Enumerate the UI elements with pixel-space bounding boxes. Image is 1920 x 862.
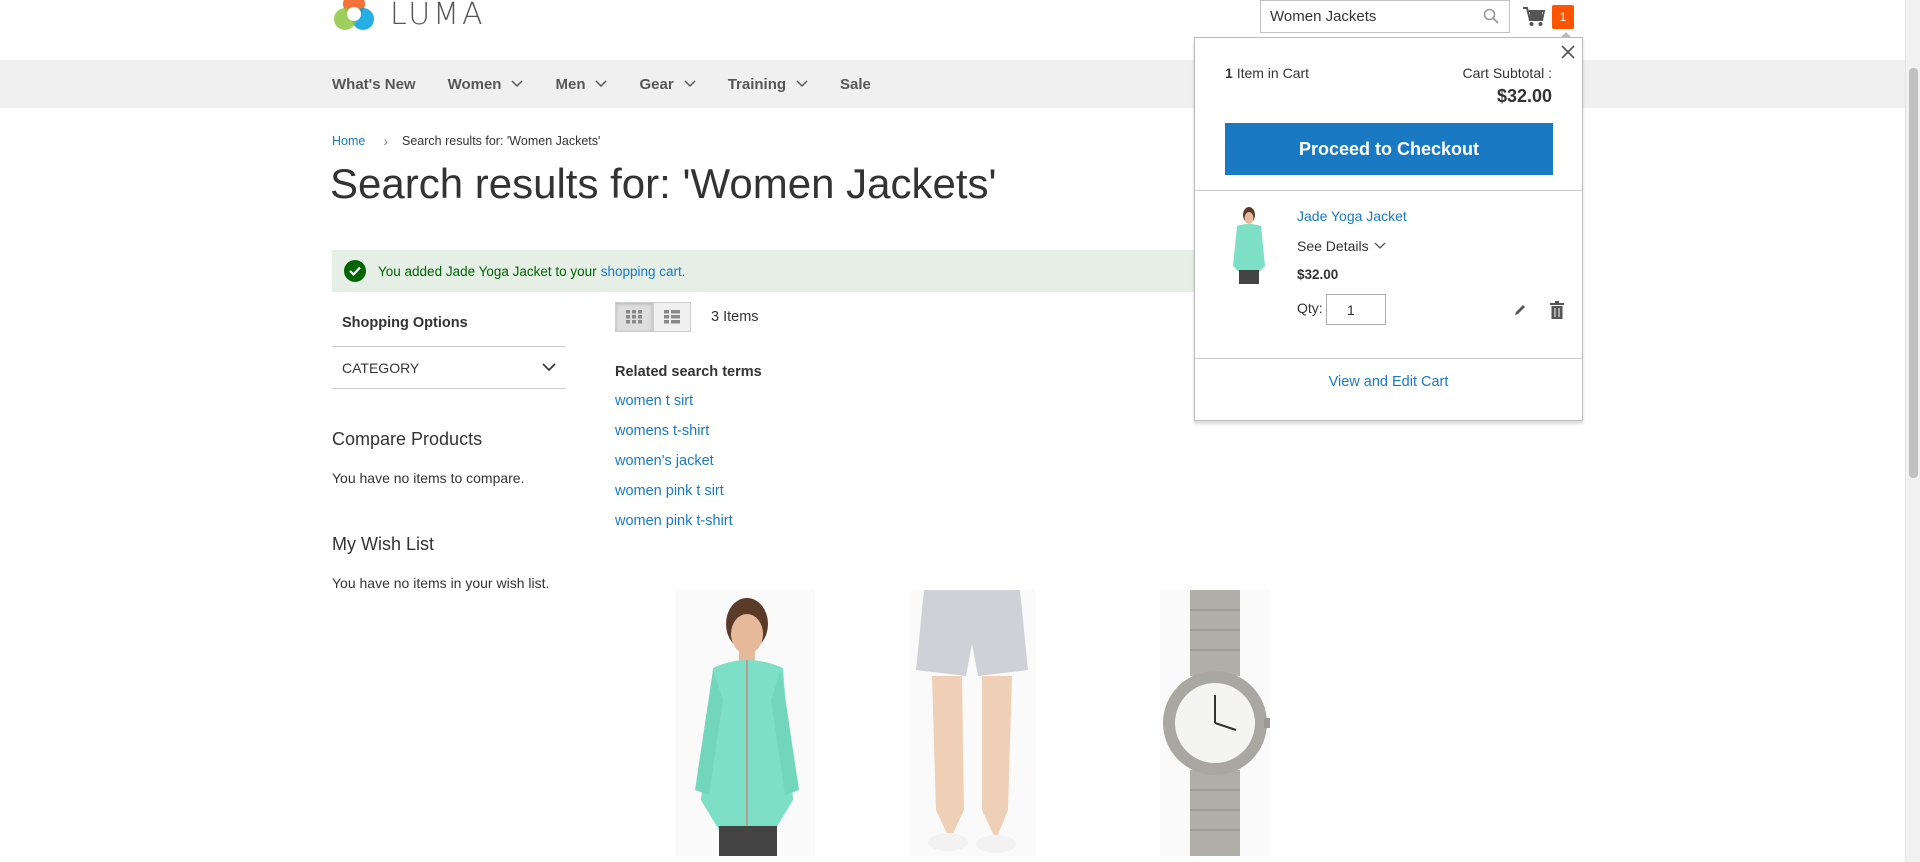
see-details-label: See Details xyxy=(1297,238,1369,254)
minicart-dropdown: 1 Item in Cart Cart Subtotal : $32.00 Pr… xyxy=(1194,32,1583,421)
product-image-jacket[interactable] xyxy=(675,590,815,861)
nav-item-women[interactable]: Women xyxy=(448,76,524,93)
grid-view-button[interactable] xyxy=(615,302,653,332)
cart-item-price: $32.00 xyxy=(1297,267,1339,282)
teal-zip-jacket-image xyxy=(675,590,815,856)
trash-icon[interactable] xyxy=(1550,301,1564,319)
logo[interactable]: LUMA xyxy=(332,0,486,36)
message-text: You added Jade Yoga Jacket to your xyxy=(378,263,597,279)
chevron-down-icon xyxy=(595,80,608,88)
sidebar: Shopping Options CATEGORY Compare Produc… xyxy=(332,300,566,591)
related-search-term-link[interactable]: women pink t-shirt xyxy=(615,512,762,542)
nav-item-label: Training xyxy=(727,75,787,93)
nav-item-what-s-new[interactable]: What's New xyxy=(332,76,416,93)
minicart-item-count: 1 Item in Cart xyxy=(1225,65,1309,81)
chevron-down-icon xyxy=(684,80,696,88)
compare-products-title: Compare Products xyxy=(332,429,483,449)
cart-icon xyxy=(1523,7,1546,26)
checkmark-icon xyxy=(344,260,366,282)
see-details-toggle[interactable]: See Details xyxy=(1297,238,1386,254)
related-search-title: Related search terms xyxy=(615,364,762,380)
cart-subtotal-label: Cart Subtotal : xyxy=(1462,65,1553,81)
minicart-divider xyxy=(1195,358,1582,359)
products-toolbar: 3 Items xyxy=(615,302,759,332)
chevron-down-icon xyxy=(1374,242,1386,249)
breadcrumb-home-link[interactable]: Home xyxy=(332,134,365,148)
product-image-shorts[interactable] xyxy=(910,590,1035,861)
related-search-terms: Related search terms women t sirt womens … xyxy=(615,364,762,542)
logo-text: LUMA xyxy=(390,0,486,32)
breadcrumb: Home › Search results for: 'Women Jacket… xyxy=(332,133,600,149)
category-filter[interactable]: CATEGORY xyxy=(332,347,566,389)
product-image-watch[interactable] xyxy=(1160,590,1270,861)
chevron-down-icon xyxy=(796,80,808,88)
chevron-down-icon xyxy=(511,80,524,88)
search-input-value: Women Jackets xyxy=(1270,8,1377,25)
wishlist-title: My Wish List xyxy=(332,534,435,554)
search-icon[interactable] xyxy=(1482,7,1500,25)
main-nav: What's New Women Men Gear Training Sale xyxy=(0,60,1905,108)
qty-input[interactable]: 1 xyxy=(1326,294,1386,325)
related-search-term-link[interactable]: women pink t sirt xyxy=(615,482,762,512)
nav-item-training[interactable]: Training xyxy=(728,76,808,93)
items-count: 3 Items xyxy=(711,309,759,325)
nav-item-label: Sale xyxy=(840,75,871,93)
shopping-cart-link[interactable]: shopping cart. xyxy=(601,264,686,279)
proceed-to-checkout-button[interactable]: Proceed to Checkout xyxy=(1225,123,1553,175)
chevron-down-icon xyxy=(542,363,556,372)
related-search-term-link[interactable]: women t sirt xyxy=(615,392,762,422)
nav-item-label: What's New xyxy=(332,75,416,93)
nav-item-men[interactable]: Men xyxy=(555,75,608,93)
view-and-edit-cart-link[interactable]: View and Edit Cart xyxy=(1195,374,1582,390)
nav-item-label: Women xyxy=(447,75,502,93)
nav-item-sale[interactable]: Sale xyxy=(840,76,871,93)
related-search-term-link[interactable]: womens t-shirt xyxy=(615,422,762,452)
list-icon xyxy=(664,310,680,324)
pencil-edit-icon[interactable] xyxy=(1513,303,1527,317)
nav-item-label: Gear xyxy=(639,75,674,93)
qty-label: Qty: xyxy=(1297,300,1323,316)
related-search-term-link[interactable]: women's jacket xyxy=(615,452,762,482)
page-title: Search results for: 'Women Jackets' xyxy=(330,160,997,207)
shopping-options-title: Shopping Options xyxy=(332,300,566,347)
minicart-count-number: 1 xyxy=(1225,65,1233,81)
nav-item-label: Men xyxy=(555,75,586,93)
compare-products-text: You have no items to compare. xyxy=(332,470,525,486)
silver-watch-image xyxy=(1160,590,1270,856)
breadcrumb-current: Search results for: 'Women Jackets' xyxy=(402,134,601,148)
category-filter-label: CATEGORY xyxy=(342,359,420,376)
cart-item-thumbnail[interactable] xyxy=(1225,206,1273,284)
wishlist-text: You have no items in your wish list. xyxy=(332,575,550,591)
grid-icon xyxy=(626,310,642,324)
nav-item-gear[interactable]: Gear xyxy=(639,75,696,93)
success-message: You added Jade Yoga Jacket to your shopp… xyxy=(332,250,1196,292)
luma-logo-icon xyxy=(332,0,376,36)
scrollbar-thumb[interactable] xyxy=(1909,68,1918,478)
close-icon[interactable] xyxy=(1560,44,1576,60)
minicart-divider xyxy=(1195,190,1582,191)
breadcrumb-separator-icon: › xyxy=(383,133,389,149)
gray-shorts-image xyxy=(910,590,1035,856)
minicart-count-label: Item in Cart xyxy=(1236,65,1310,81)
list-view-button[interactable] xyxy=(653,302,691,332)
cart-subtotal-value: $32.00 xyxy=(1496,86,1552,106)
search-input[interactable]: Women Jackets xyxy=(1260,0,1510,33)
page-scrollbar[interactable] xyxy=(1905,0,1920,862)
cart-item-name-link[interactable]: Jade Yoga Jacket xyxy=(1297,208,1407,224)
header: LUMA Women Jackets 1 xyxy=(0,0,1905,60)
